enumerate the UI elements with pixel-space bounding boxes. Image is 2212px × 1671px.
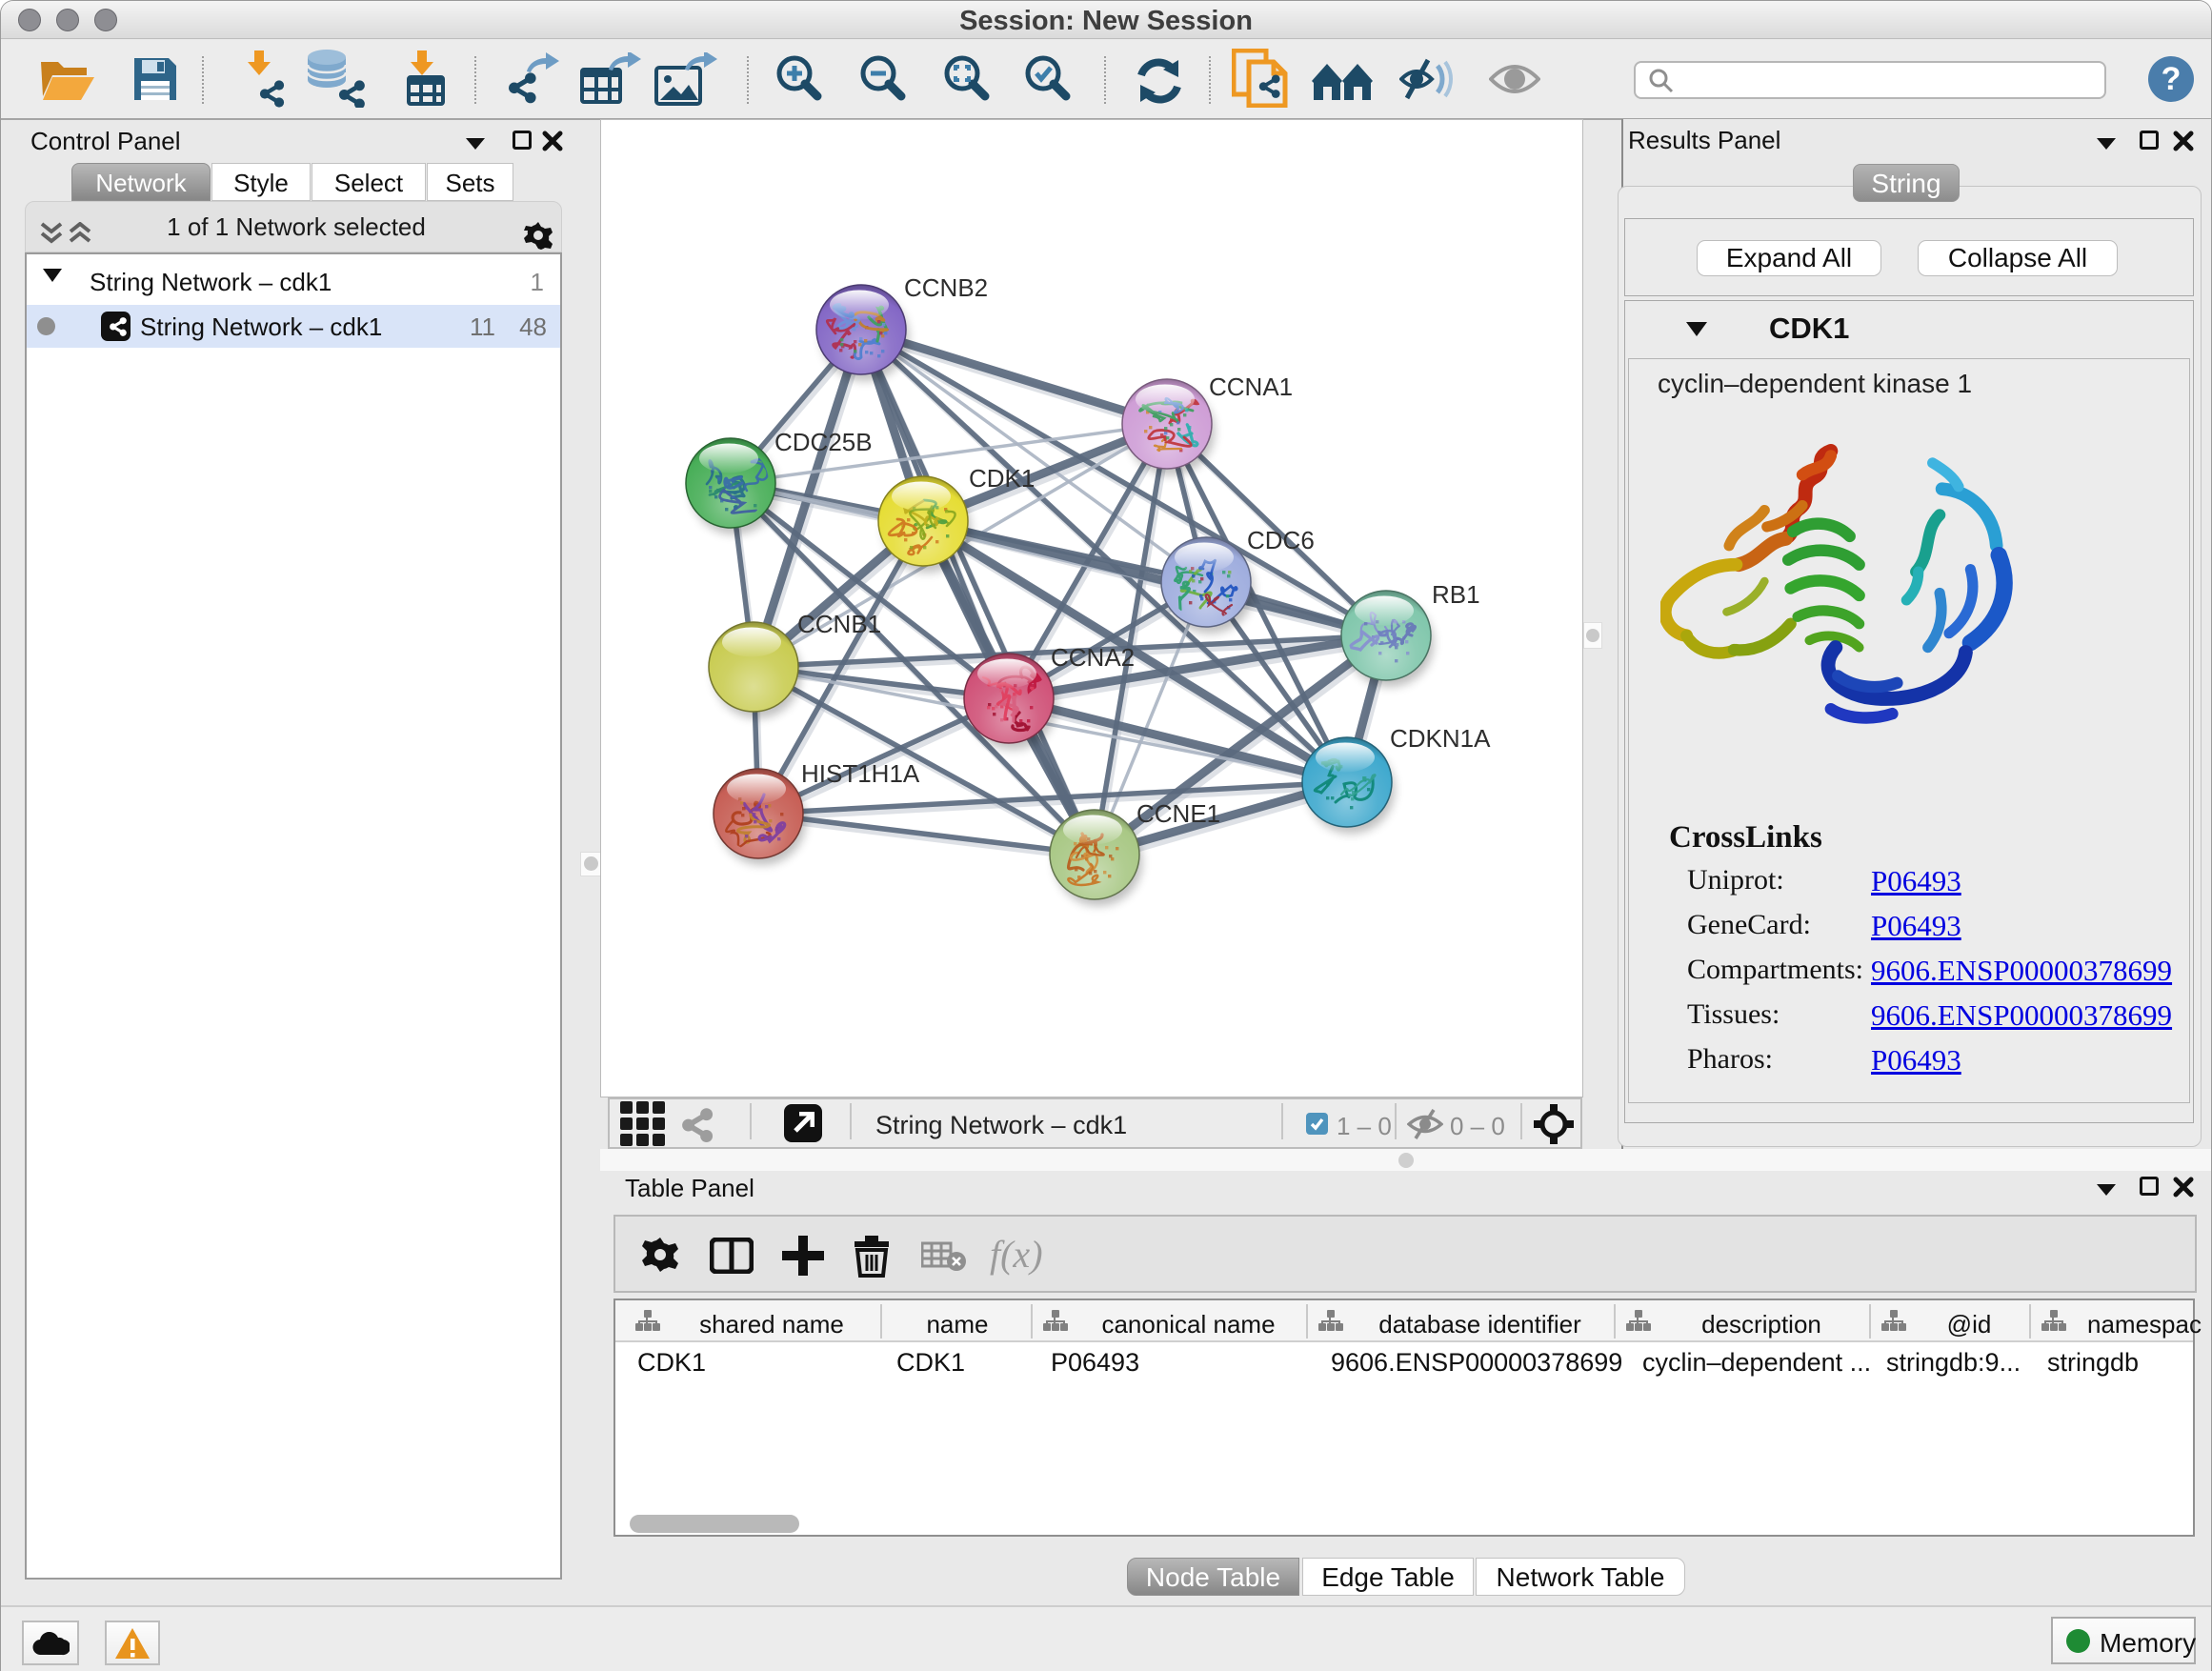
svg-text:CDKN1A: CDKN1A	[1390, 724, 1491, 753]
svg-text:CDC25B: CDC25B	[774, 428, 873, 456]
svg-text:CDC6: CDC6	[1247, 526, 1315, 554]
svg-text:CDK1: CDK1	[969, 464, 1035, 493]
svg-text:HIST1H1A: HIST1H1A	[801, 759, 920, 788]
svg-text:CCNA2: CCNA2	[1051, 643, 1135, 672]
svg-text:CCNA1: CCNA1	[1209, 372, 1293, 401]
svg-text:CCNE1: CCNE1	[1136, 799, 1220, 828]
svg-text:CCNB2: CCNB2	[904, 273, 988, 302]
svg-text:CCNB1: CCNB1	[797, 610, 881, 638]
svg-text:RB1: RB1	[1432, 580, 1480, 609]
